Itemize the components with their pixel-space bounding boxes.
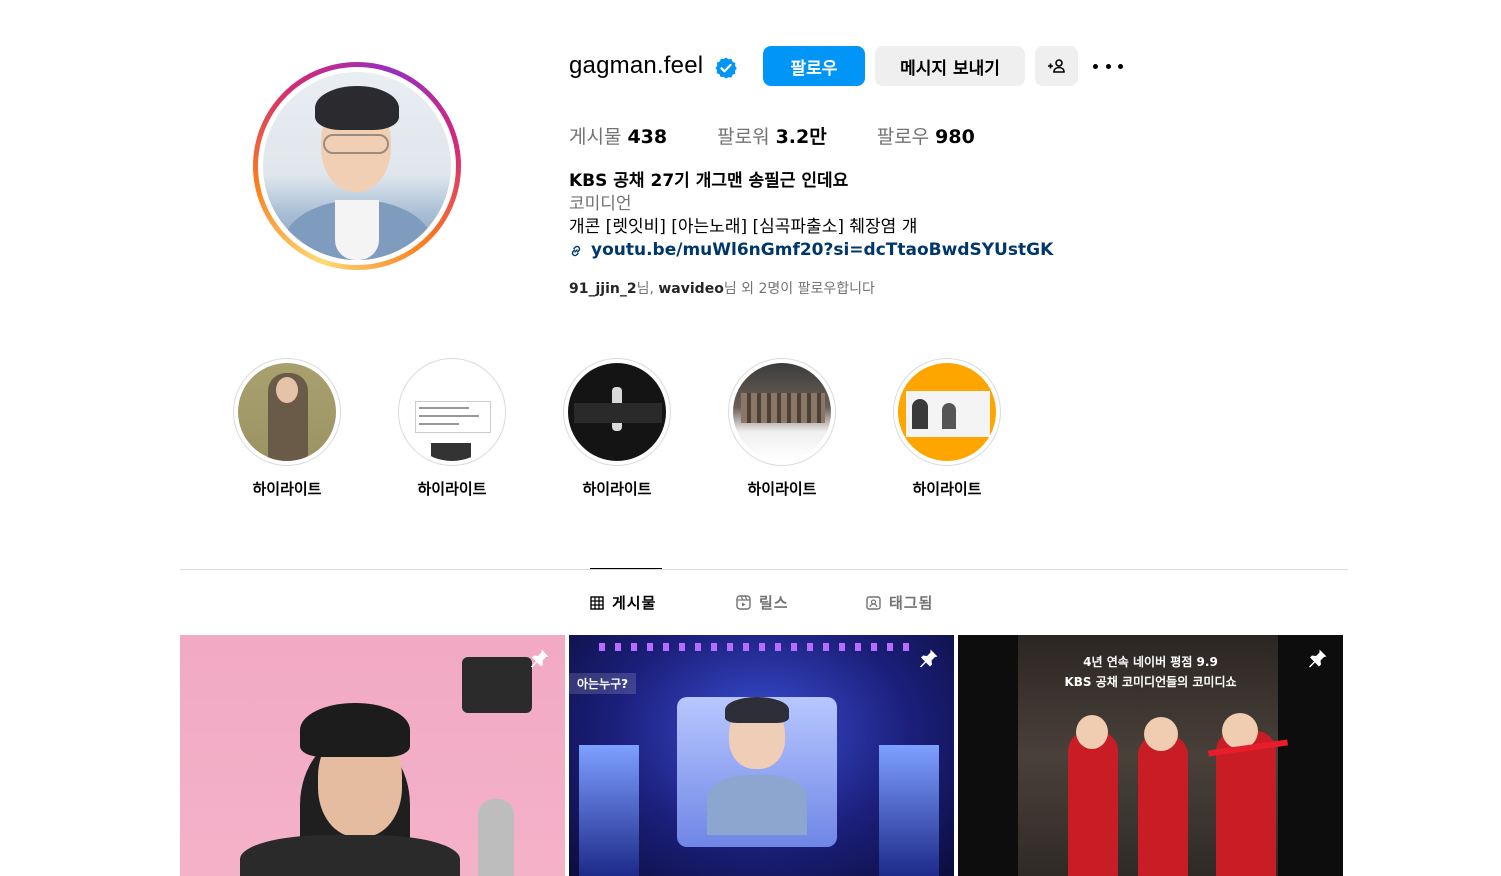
active-tab-indicator (590, 568, 662, 569)
post-thumbnail[interactable]: 4년 연속 네이버 평점 9.9 KBS 공채 코미디언들의 코미디쇼 (958, 635, 1343, 876)
highlight-item[interactable]: 하이라이트 (232, 358, 342, 499)
post-thumbnail[interactable] (180, 635, 565, 876)
suggested-users-button[interactable] (1035, 46, 1078, 86)
bio-link[interactable]: youtu.be/muWl6nGmf20?si=dcTtaoBwdSYUstGK (569, 239, 1053, 262)
tagged-icon (866, 596, 881, 610)
avatar-tee (335, 200, 379, 260)
highlight-ring (563, 358, 671, 466)
highlight-label: 하이라이트 (252, 480, 322, 498)
post-overlay-text: 아는누구? (569, 673, 637, 694)
highlight-label: 하이라이트 (582, 480, 652, 498)
pin-icon (920, 649, 938, 668)
highlight-cover (898, 363, 996, 461)
post-thumbnail[interactable]: 아는누구? (569, 635, 954, 876)
more-options-icon[interactable] (1093, 56, 1123, 76)
highlight-ring (728, 358, 836, 466)
pin-icon (531, 649, 549, 668)
grid-icon (590, 595, 604, 610)
pin-icon (1309, 649, 1327, 668)
highlight-item[interactable]: 하이라이트 (892, 358, 1002, 499)
highlight-item[interactable]: 하이라이트 (397, 358, 507, 499)
follow-button[interactable]: 팔로우 (763, 46, 865, 86)
highlight-cover (238, 363, 336, 461)
message-button[interactable]: 메시지 보내기 (875, 46, 1025, 86)
followed-by-sep: 님, (636, 281, 659, 297)
stat-label: 게시물 (569, 126, 622, 148)
followed-by-user[interactable]: wavideo (658, 281, 723, 297)
followed-by-user[interactable]: 91_jjin_2 (569, 281, 637, 297)
bio-text: 개콘 [렛잇비] [아는노래] [심곡파출소] 췌장염 걔 (569, 217, 918, 237)
profile-bio: KBS 공채 27기 개그맨 송필근 인데요 코미디언 개콘 [렛잇비] [아는… (569, 170, 1053, 262)
profile-stats: 게시물 438 팔로워 3.2만 팔로우 980 (569, 122, 1025, 149)
stat-posts: 게시물 438 (569, 122, 667, 149)
reels-icon (736, 595, 751, 610)
highlight-cover (568, 363, 666, 461)
bio-link-text[interactable]: youtu.be/muWl6nGmf20?si=dcTtaoBwdSYUstGK (591, 239, 1053, 262)
highlight-label: 하이라이트 (912, 480, 982, 498)
stat-value: 3.2만 (775, 126, 827, 148)
post-overlay-text: 4년 연속 네이버 평점 9.9 (1083, 655, 1218, 669)
stat-value: 438 (627, 126, 668, 148)
highlight-label: 하이라이트 (417, 480, 487, 498)
bio-category: 코미디언 (569, 194, 632, 214)
followed-by[interactable]: 91_jjin_2님, wavideo님 외 2명이 팔로우합니다 (569, 278, 875, 298)
highlight-cover (733, 363, 831, 461)
tab-label: 게시물 (612, 594, 657, 612)
tab-tagged[interactable]: 태그됨 (866, 592, 933, 613)
post-image (180, 635, 565, 876)
verified-badge-icon (715, 57, 737, 79)
avatar-frame (258, 67, 456, 265)
highlight-item[interactable]: 하이라이트 (562, 358, 672, 499)
profile-avatar-ring[interactable] (253, 62, 461, 270)
avatar-glasses (323, 134, 389, 154)
tab-reels[interactable]: 릴스 (736, 592, 789, 613)
tab-label: 태그됨 (889, 594, 934, 612)
highlight-item[interactable]: 하이라이트 (727, 358, 837, 499)
post-image: 아는누구? (569, 635, 954, 876)
add-person-icon (1047, 59, 1065, 73)
profile-username: gagman.feel (569, 52, 704, 79)
highlight-ring (398, 358, 506, 466)
followed-by-suffix: 님 외 2명이 팔로우합니다 (723, 281, 875, 297)
avatar (263, 72, 451, 260)
stat-following[interactable]: 팔로우 980 (877, 122, 975, 149)
highlight-cover (403, 363, 501, 461)
tabs-divider (180, 569, 1348, 570)
post-overlay-text: KBS 공채 코미디언들의 코미디쇼 (1064, 675, 1237, 689)
highlight-ring (893, 358, 1001, 466)
highlight-label: 하이라이트 (747, 480, 817, 498)
stat-label: 팔로워 (717, 126, 770, 148)
stat-label: 팔로우 (876, 126, 930, 148)
tab-posts[interactable]: 게시물 (590, 592, 656, 613)
bio-name: KBS 공채 27기 개그맨 송필근 인데요 (569, 171, 849, 191)
stat-value: 980 (935, 126, 975, 148)
avatar-hair (315, 86, 399, 130)
tab-label: 릴스 (759, 594, 789, 612)
stat-followers[interactable]: 팔로워 3.2만 (717, 122, 827, 149)
highlight-ring (233, 358, 341, 466)
post-image: 4년 연속 네이버 평점 9.9 KBS 공채 코미디언들의 코미디쇼 (958, 635, 1343, 876)
link-icon (571, 245, 581, 256)
